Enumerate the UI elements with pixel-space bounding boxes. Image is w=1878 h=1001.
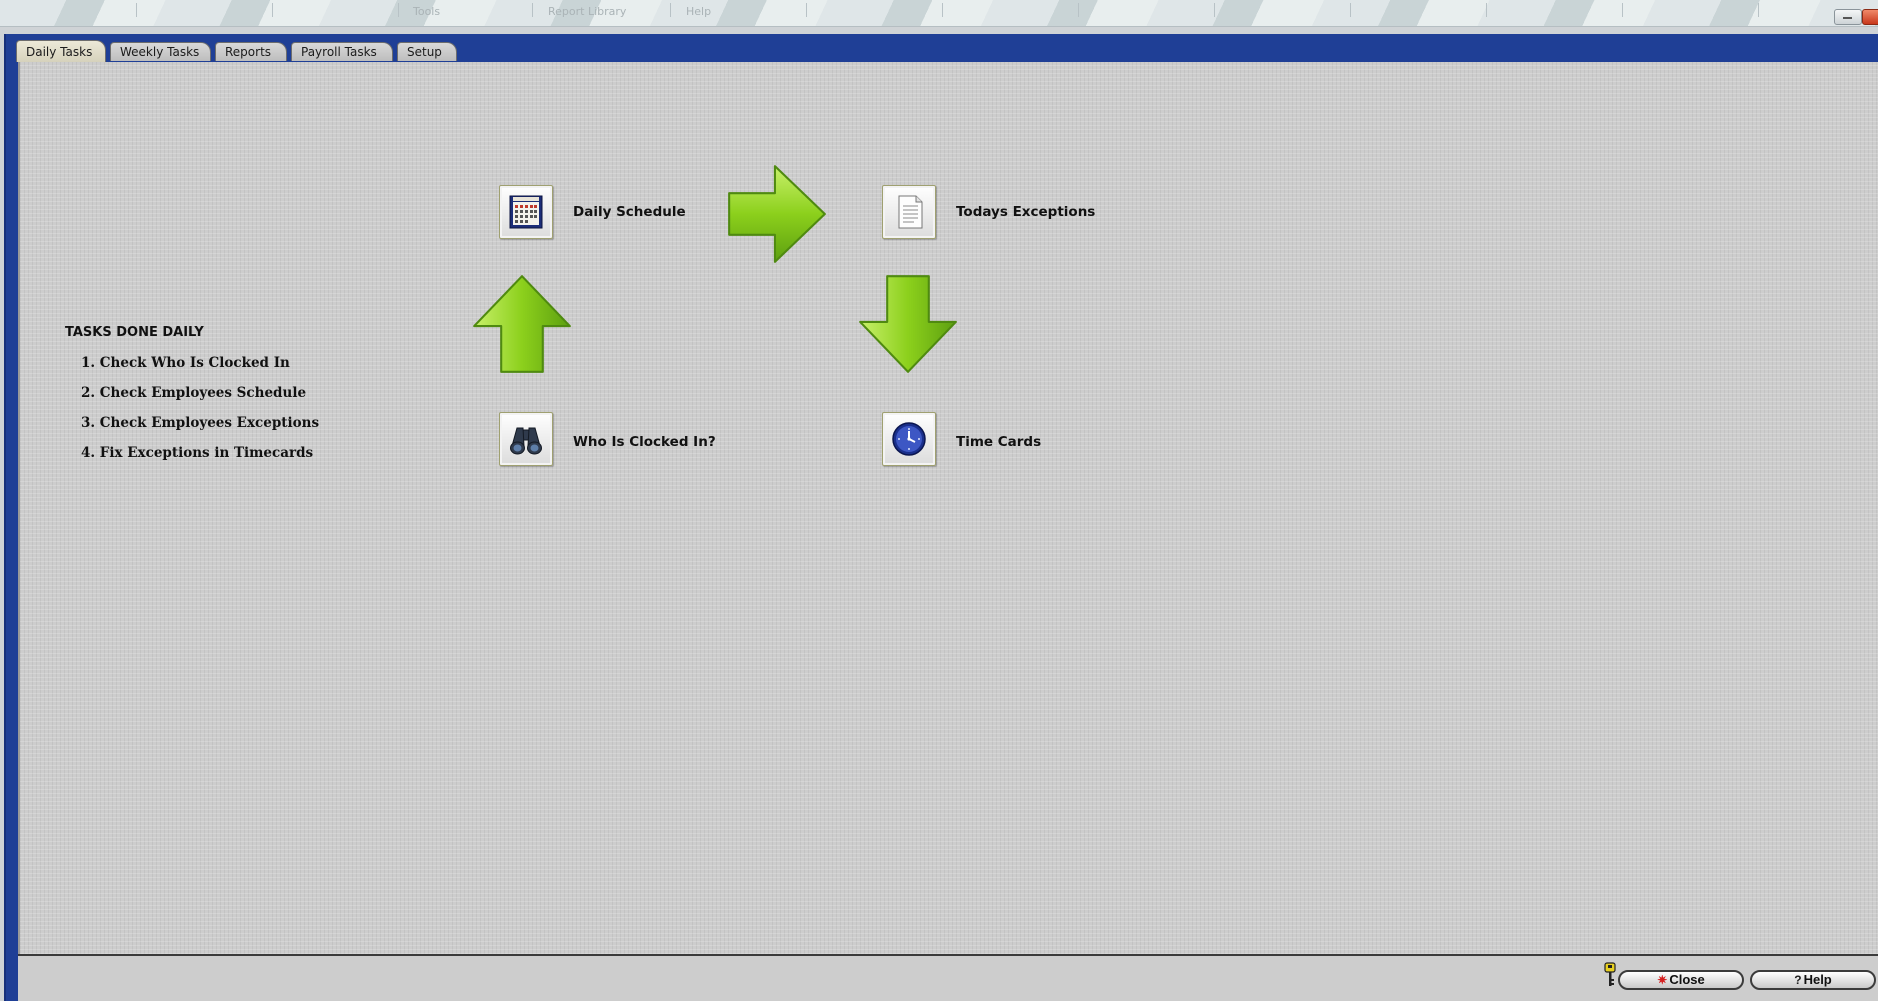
- tab-content-panel: TASKS DONE DAILY 1. Check Who Is Clocked…: [18, 62, 1878, 958]
- help-button-label: Help: [1803, 972, 1832, 987]
- menu-help[interactable]: Help: [686, 5, 711, 18]
- todays-exceptions-button[interactable]: [882, 185, 936, 239]
- calendar-icon: [509, 195, 543, 229]
- tab-payroll-tasks[interactable]: Payroll Tasks: [291, 42, 393, 61]
- who-is-clocked-in-label[interactable]: Who Is Clocked In?: [573, 434, 716, 450]
- menu-separator: [1078, 3, 1079, 17]
- menu-separator: [1486, 3, 1487, 17]
- task-step: 1. Check Who Is Clocked In: [81, 355, 290, 371]
- menu-bar: Tools Report Library Help: [0, 0, 1878, 27]
- menu-separator: [136, 3, 137, 17]
- tab-weekly-tasks[interactable]: Weekly Tasks: [110, 42, 211, 61]
- help-icon: ?: [1794, 973, 1802, 987]
- menu-report-library[interactable]: Report Library: [548, 5, 626, 18]
- arrow-right-icon: [728, 165, 826, 263]
- menu-separator: [806, 3, 807, 17]
- minimize-button[interactable]: [1834, 9, 1862, 25]
- menu-separator: [1350, 3, 1351, 17]
- task-step: 4. Fix Exceptions in Timecards: [81, 445, 314, 461]
- help-button[interactable]: ? Help: [1750, 970, 1876, 990]
- task-step: 2. Check Employees Schedule: [81, 385, 307, 401]
- task-step: 3. Check Employees Exceptions: [81, 415, 320, 431]
- tab-reports[interactable]: Reports: [215, 42, 287, 61]
- time-cards-label[interactable]: Time Cards: [956, 434, 1041, 450]
- tab-setup[interactable]: Setup: [397, 42, 457, 61]
- key-icon: [1604, 962, 1616, 986]
- menu-separator: [1622, 3, 1623, 17]
- menu-separator: [942, 3, 943, 17]
- menu-separator: [272, 3, 273, 17]
- document-icon: [898, 195, 923, 229]
- window-close-button[interactable]: [1862, 9, 1878, 25]
- daily-schedule-label[interactable]: Daily Schedule: [573, 204, 686, 220]
- close-icon: ✷: [1657, 973, 1668, 987]
- binoculars-icon: [510, 427, 542, 455]
- main-window: Daily Tasks Weekly Tasks Reports Payroll…: [4, 34, 1878, 1001]
- menu-tools[interactable]: Tools: [413, 5, 440, 18]
- close-button-label: Close: [1669, 972, 1705, 987]
- menu-separator: [1214, 3, 1215, 17]
- daily-schedule-button[interactable]: [499, 185, 553, 239]
- todays-exceptions-label[interactable]: Todays Exceptions: [956, 204, 1095, 220]
- time-cards-button[interactable]: [882, 412, 936, 466]
- menu-separator: [532, 3, 533, 17]
- tasks-title: TASKS DONE DAILY: [65, 325, 204, 340]
- menu-separator: [1758, 3, 1759, 17]
- clock-icon: [892, 422, 926, 456]
- menu-separator: [398, 3, 399, 17]
- close-button[interactable]: ✷ Close: [1618, 970, 1744, 990]
- arrow-down-icon: [859, 275, 957, 373]
- menu-separator: [670, 3, 671, 17]
- footer-bar: ✷ Close ? Help: [18, 956, 1878, 1001]
- who-is-clocked-in-button[interactable]: [499, 412, 553, 466]
- arrow-up-icon: [473, 275, 571, 373]
- tab-daily-tasks[interactable]: Daily Tasks: [16, 40, 106, 62]
